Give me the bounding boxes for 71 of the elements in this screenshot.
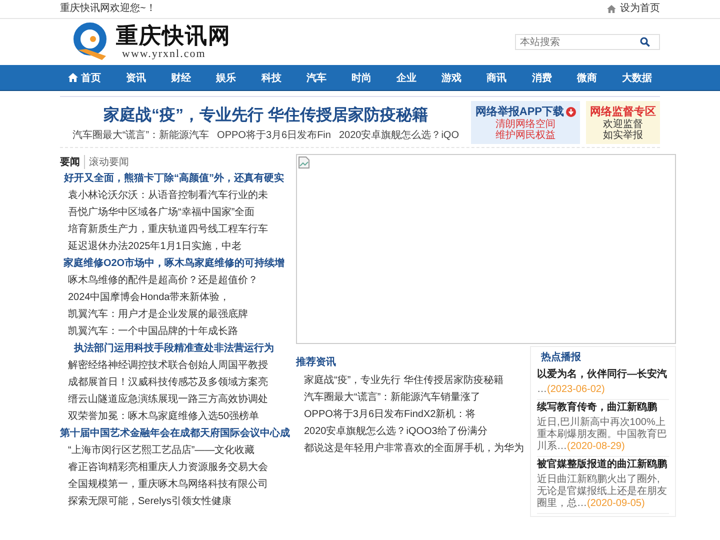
news-link[interactable]: 探索无限可能，Serelys引领女性健康 — [60, 493, 288, 510]
news-link[interactable]: 解密经络神经调控技术联合创始人周国平教授 — [60, 357, 288, 374]
news-tab[interactable]: 要闻 — [60, 155, 85, 169]
nav-link[interactable]: 首页 — [68, 70, 101, 84]
home-icon — [607, 5, 616, 13]
news-link[interactable]: 吾悦广场华中区域各广场“幸福中国家”全面 — [60, 204, 288, 221]
news-link[interactable]: 延迟退休办法2025年1月1日实施，中老 — [60, 238, 288, 255]
news-link[interactable]: 家庭战“疫”，专业先行 华住传授居家防疫秘籍 — [296, 372, 524, 389]
hot-news-title[interactable]: 被官媒整版报道的曲江新鸥鹏 — [537, 457, 669, 473]
banner-text: 维护网民权益 — [496, 130, 556, 141]
news-link[interactable]: 啄木鸟维修的配件是超高价？还是超值价？ — [60, 272, 288, 289]
report-banner[interactable]: 网络监督专区 欢迎监督 如实举报 — [586, 101, 660, 144]
search-input[interactable]: 本站搜索 — [520, 36, 640, 48]
hot-news-title[interactable]: 续写教育传奇，曲江新鸥鹏 — [537, 400, 669, 416]
set-home-link[interactable]: 设为首页 — [607, 0, 660, 18]
news-link[interactable]: 全国规模第一，重庆啄木鸟网络科技有限公司 — [60, 476, 288, 493]
news-link[interactable]: 凯翼汽车：用户才是企业发展的最强底牌 — [60, 306, 288, 323]
headline-title[interactable]: 家庭战“疫”，专业先行 华住传授居家防疫秘籍 — [103, 104, 428, 128]
news-heading[interactable]: 第十届中国艺术金融年会在成都天府国际会议中心成 — [60, 425, 288, 442]
news-link[interactable]: 成都展首日！汉威科技传感芯及多领域方案亮 — [60, 374, 288, 391]
nav-link[interactable]: 消费 — [532, 70, 552, 84]
nav-link[interactable]: 汽车 — [306, 70, 326, 84]
nav-link[interactable]: 时尚 — [351, 70, 372, 84]
news-link[interactable]: “上海市闵行区艺熙工艺品店”——文化收藏 — [60, 442, 288, 459]
news-heading[interactable]: 好开又全面，熊猫卡丁除“高颜值”外，还真有硬实 — [60, 170, 288, 187]
nav-link[interactable]: 企业 — [396, 70, 417, 84]
headline-link[interactable]: 2020安卓旗舰怎么选？iQO — [338, 128, 459, 142]
news-link[interactable]: 凯翼汽车：一个中国品牌的十年成长路 — [60, 323, 288, 340]
report-banner[interactable]: 网络举报APP下载 清朗网络空间 维护网民权益 — [471, 101, 580, 144]
news-link[interactable]: 都说这是年轻用户非常喜欢的全面屏手机，为华为 — [296, 440, 524, 457]
nav-link[interactable]: 游戏 — [442, 70, 462, 84]
logo-title: 重庆快讯网 — [116, 24, 231, 48]
hot-news-summary: …(2023-06-02) — [537, 383, 606, 397]
news-link[interactable]: OPPO将于3月6日发布FindX2新机：将 — [296, 406, 524, 423]
home-icon — [68, 73, 78, 82]
banner-title: 网络举报APP下载 — [475, 104, 576, 119]
section-title: 推荐资讯 — [296, 356, 337, 370]
news-link[interactable]: 2020安卓旗舰怎么选？iQOO3给了份满分 — [296, 423, 524, 440]
news-link[interactable]: 缙云山隧道应急演练展现一路三方高效协调处 — [60, 391, 288, 408]
hot-news-summary: 近日曲江新鸥鹏火出了圈外,无论是官媒报纸上还是在朋友圈里，总…(2020-09-05) — [537, 473, 668, 511]
news-link[interactable]: 袁小林论沃尔沃：从语音控制看汽车行业的未 — [60, 187, 288, 204]
news-link[interactable]: 睿正咨询精彩亮相重庆人力资源服务交易大会 — [60, 459, 288, 476]
nav-link[interactable]: 财经 — [171, 70, 192, 84]
headline-link[interactable]: 汽车圈最大“谎言”：新能源汽车 — [72, 128, 210, 142]
news-link[interactable]: 汽车圈最大“谎言”：新能源汽车销量涨了 — [296, 389, 524, 406]
news-link[interactable]: 双荣誉加冕：啄木鸟家庭维修入选50强榜单 — [60, 408, 288, 425]
hot-news-title[interactable]: 以爱为名，伙伴同行—长安汽 — [537, 367, 669, 383]
banner-title: 网络监督专区 — [590, 104, 656, 118]
nav-link[interactable]: 娱乐 — [216, 70, 236, 84]
headline-link[interactable]: OPPO将于3月6日发布Fin — [217, 128, 331, 142]
welcome-text: 重庆快讯网欢迎您~！ — [60, 2, 156, 16]
broken-image-icon — [298, 156, 310, 169]
news-link[interactable]: 2024中国摩博会Honda带来新体验， — [60, 289, 288, 306]
download-icon — [566, 106, 576, 116]
nav-link[interactable]: 微商 — [576, 70, 597, 84]
section-title: 热点播报 — [540, 350, 582, 365]
banner-text: 欢迎监督 — [603, 119, 643, 130]
search-field[interactable]: 本站搜索 — [515, 34, 660, 50]
news-link[interactable]: 培育新质生产力，重庆轨道四号线工程车行车 — [60, 221, 288, 238]
nav-link[interactable]: 资讯 — [126, 70, 146, 84]
news-heading[interactable]: 家庭维修O2O市场中，啄木鸟家庭维修的可持续增 — [60, 255, 288, 272]
banner-text: 如实举报 — [603, 130, 643, 141]
hot-news-summary: 近日,巴川新高中再次100%上重本刷爆朋友圈。中国教育巴川系…(2020-08-29) — [537, 416, 668, 454]
nav-link[interactable]: 科技 — [261, 70, 282, 84]
logo-url: www.yrxnl.com — [122, 48, 207, 60]
news-tab[interactable]: 滚动要闻 — [89, 155, 129, 169]
news-heading[interactable]: 执法部门运用科技手段精准查处非法营运行为 — [60, 340, 288, 357]
nav-link[interactable]: 大数据 — [622, 70, 652, 84]
banner-text: 清朗网络空间 — [496, 119, 556, 130]
search-icon[interactable] — [640, 37, 650, 47]
nav-link[interactable]: 商讯 — [486, 70, 507, 84]
